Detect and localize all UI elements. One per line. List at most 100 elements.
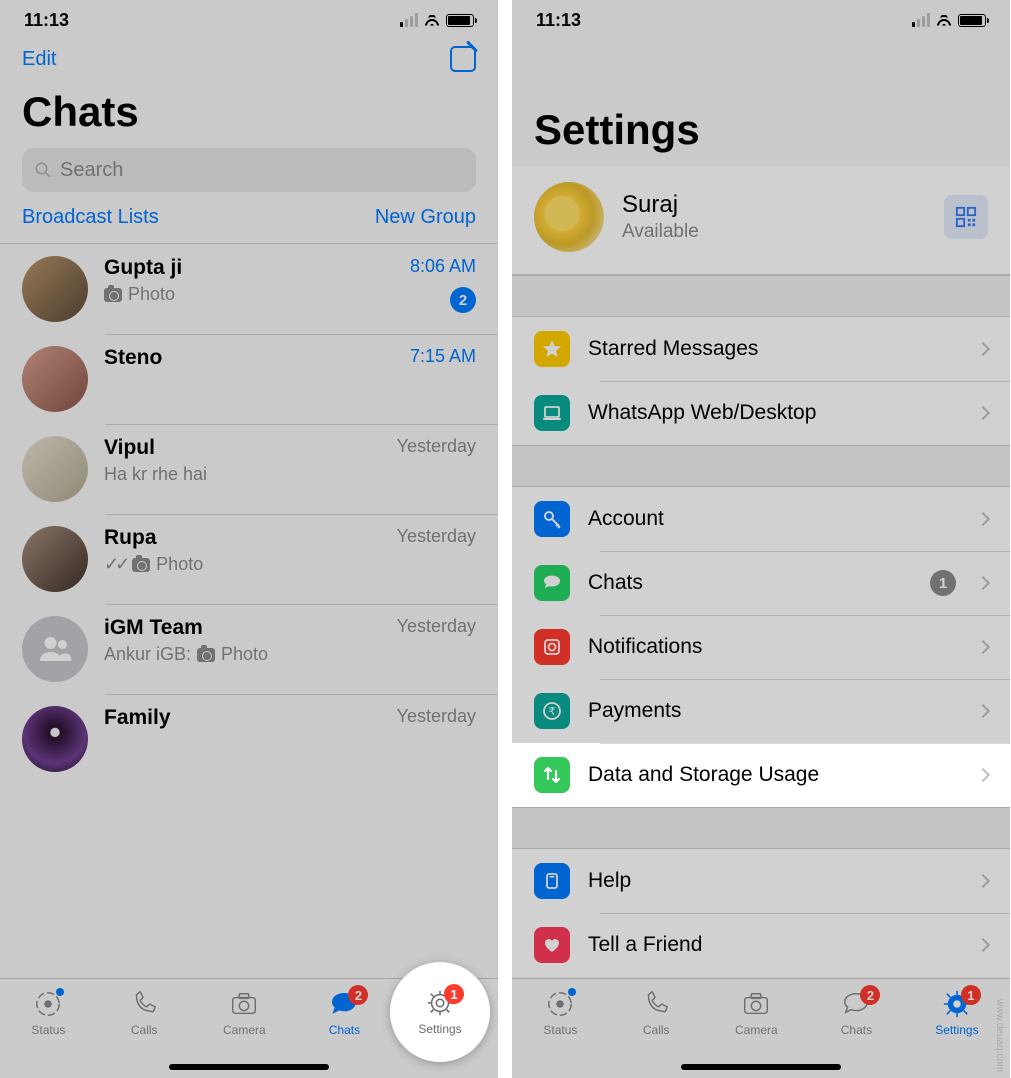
chat-time: Yesterday bbox=[397, 706, 476, 727]
settings-row-star[interactable]: Starred Messages bbox=[512, 317, 1010, 381]
settings-group-2: Account Chats 1 Notifications ₹ Payments Data … bbox=[512, 487, 1010, 807]
settings-row-label: Help bbox=[588, 869, 960, 893]
tab-settings-label: Settings bbox=[935, 1023, 978, 1037]
chat-name: Rupa bbox=[104, 526, 381, 550]
chat-row[interactable]: Steno7:15 AM bbox=[0, 334, 498, 424]
settings-row-pay[interactable]: ₹ Payments bbox=[512, 679, 1010, 743]
avatar bbox=[22, 526, 88, 592]
settings-group-3: Help Tell a Friend bbox=[512, 849, 1010, 977]
chevron-right-icon bbox=[976, 576, 990, 590]
tab-calls[interactable]: Calls bbox=[128, 989, 160, 1037]
chat-time: Yesterday bbox=[397, 436, 476, 457]
wifi-icon bbox=[935, 10, 953, 31]
unread-badge: 2 bbox=[450, 287, 476, 313]
settings-row-key[interactable]: Account bbox=[512, 487, 1010, 551]
tab-settings-badge: 1 bbox=[444, 984, 464, 1004]
chevron-right-icon bbox=[976, 704, 990, 718]
settings-row-label: Account bbox=[588, 507, 960, 531]
tab-chats-label: Chats bbox=[841, 1023, 872, 1037]
chat-preview: ✓✓Photo bbox=[104, 554, 381, 575]
settings-row-label: Starred Messages bbox=[588, 337, 960, 361]
chat-name: Gupta ji bbox=[104, 256, 394, 280]
key-icon bbox=[534, 501, 570, 537]
status-bar: 11:13 bbox=[512, 0, 1010, 40]
search-placeholder: Search bbox=[60, 159, 123, 182]
signal-icon bbox=[400, 13, 418, 27]
chat-time: Yesterday bbox=[397, 616, 476, 637]
tab-chats[interactable]: 2 Chats bbox=[840, 989, 872, 1037]
home-indicator bbox=[681, 1064, 841, 1070]
tab-settings-label-hl: Settings bbox=[418, 1022, 461, 1036]
right-screenshot: 11:13 Settings Suraj Available Starred M… bbox=[512, 0, 1010, 1078]
chats-icon bbox=[534, 565, 570, 601]
camera-icon bbox=[132, 558, 150, 572]
svg-text:₹: ₹ bbox=[549, 706, 556, 718]
settings-row-help[interactable]: Help bbox=[512, 849, 1010, 913]
avatar bbox=[22, 436, 88, 502]
tab-status-label: Status bbox=[31, 1023, 65, 1037]
chat-row[interactable]: Gupta ji Photo 8:06 AM 2 bbox=[0, 244, 498, 334]
tab-chats-badge: 2 bbox=[348, 985, 368, 1005]
chat-time: 8:06 AM bbox=[410, 256, 476, 277]
heart-icon bbox=[534, 927, 570, 963]
page-title: Settings bbox=[512, 96, 1010, 166]
status-time: 11:13 bbox=[536, 10, 581, 31]
chat-list: Gupta ji Photo 8:06 AM 2 Steno7:15 AM Vipul Ha… bbox=[0, 243, 498, 784]
profile-row[interactable]: Suraj Available bbox=[512, 166, 1010, 275]
chat-name: Steno bbox=[104, 346, 394, 370]
search-input[interactable]: Search bbox=[22, 148, 476, 192]
new-group-link[interactable]: New Group bbox=[375, 206, 476, 229]
battery-icon bbox=[958, 14, 986, 27]
tab-calls[interactable]: Calls bbox=[640, 989, 672, 1037]
chat-row[interactable]: Vipul Ha kr rhe hai Yesterday bbox=[0, 424, 498, 514]
tab-chats[interactable]: 2 Chats bbox=[328, 989, 360, 1037]
tab-settings-highlighted[interactable]: 1 Settings bbox=[418, 988, 461, 1036]
status-time: 11:13 bbox=[24, 10, 69, 31]
tab-status[interactable]: Status bbox=[31, 989, 65, 1037]
qr-code-button[interactable] bbox=[944, 195, 988, 239]
settings-row-laptop[interactable]: WhatsApp Web/Desktop bbox=[512, 381, 1010, 445]
tab-camera-label: Camera bbox=[735, 1023, 778, 1037]
chevron-right-icon bbox=[976, 874, 990, 888]
settings-row-chats[interactable]: Chats 1 bbox=[512, 551, 1010, 615]
compose-icon[interactable] bbox=[450, 46, 476, 72]
chat-row[interactable]: Family Yesterday bbox=[0, 694, 498, 784]
help-icon bbox=[534, 863, 570, 899]
chevron-right-icon bbox=[976, 342, 990, 356]
chevron-right-icon bbox=[976, 640, 990, 654]
chat-preview: Ha kr rhe hai bbox=[104, 464, 381, 485]
edit-button[interactable]: Edit bbox=[22, 48, 56, 71]
watermark: www.deuaq.com bbox=[994, 999, 1005, 1072]
tab-status[interactable]: Status bbox=[543, 989, 577, 1037]
settings-row-notif[interactable]: Notifications bbox=[512, 615, 1010, 679]
chat-name: Family bbox=[104, 706, 381, 730]
settings-row-data[interactable]: Data and Storage Usage bbox=[512, 743, 1010, 807]
settings-row-label: WhatsApp Web/Desktop bbox=[588, 401, 960, 425]
chat-name: iGM Team bbox=[104, 616, 381, 640]
tab-settings[interactable]: 1 Settings bbox=[935, 989, 978, 1037]
profile-name: Suraj bbox=[622, 191, 926, 219]
chat-preview: Photo bbox=[104, 284, 394, 305]
data-icon bbox=[534, 757, 570, 793]
settings-row-heart[interactable]: Tell a Friend bbox=[512, 913, 1010, 977]
settings-row-label: Tell a Friend bbox=[588, 933, 960, 957]
avatar bbox=[22, 616, 88, 682]
search-icon bbox=[34, 161, 52, 179]
broadcast-lists-link[interactable]: Broadcast Lists bbox=[22, 206, 159, 229]
tab-calls-label: Calls bbox=[643, 1023, 670, 1037]
tab-camera[interactable]: Camera bbox=[223, 989, 266, 1037]
qr-icon bbox=[955, 206, 977, 228]
tab-chats-badge: 2 bbox=[860, 985, 880, 1005]
chat-row[interactable]: iGM TeamAnkur iGB: PhotoYesterday bbox=[0, 604, 498, 694]
chevron-right-icon bbox=[976, 938, 990, 952]
settings-row-label: Chats bbox=[588, 571, 912, 595]
tab-settings-badge: 1 bbox=[961, 985, 981, 1005]
tab-status-label: Status bbox=[543, 1023, 577, 1037]
home-indicator bbox=[169, 1064, 329, 1070]
row-badge: 1 bbox=[930, 570, 956, 596]
chevron-right-icon bbox=[976, 768, 990, 782]
tab-camera[interactable]: Camera bbox=[735, 989, 778, 1037]
chat-name: Vipul bbox=[104, 436, 381, 460]
settings-row-label: Payments bbox=[588, 699, 960, 723]
chat-row[interactable]: Rupa✓✓PhotoYesterday bbox=[0, 514, 498, 604]
